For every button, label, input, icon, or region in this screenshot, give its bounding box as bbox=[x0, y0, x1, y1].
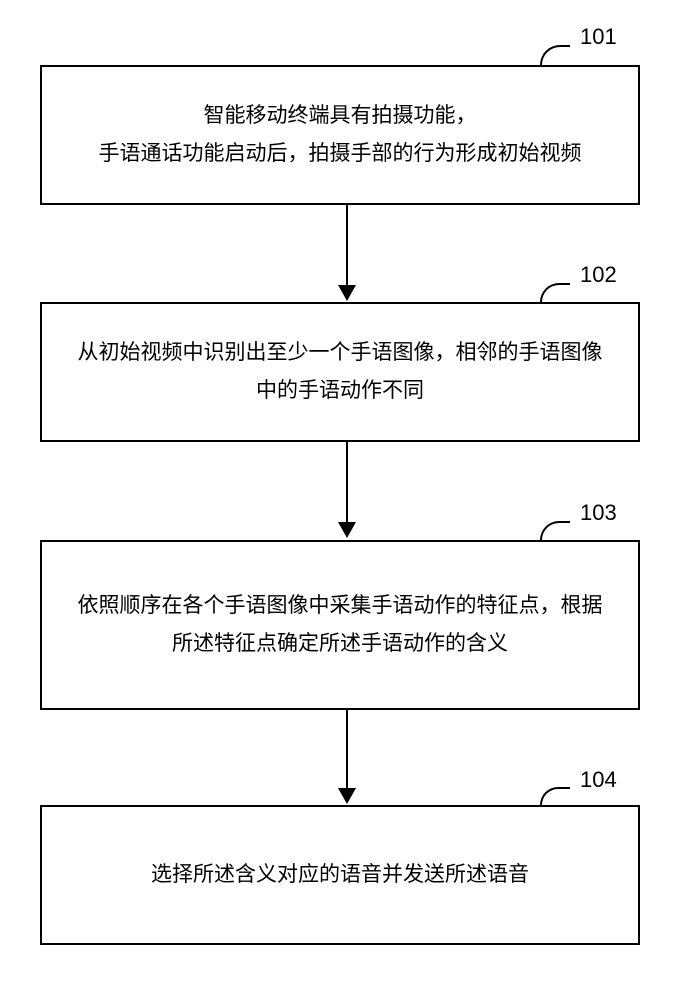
step-label-101: 101 bbox=[580, 24, 617, 50]
arrow-head-icon bbox=[338, 285, 356, 301]
label-connector bbox=[540, 787, 570, 805]
label-connector bbox=[540, 283, 570, 302]
step-text: 从初始视频中识别出至少一个手语图像，相邻的手语图像中的手语动作不同 bbox=[72, 334, 608, 410]
arrow-head-icon bbox=[338, 788, 356, 804]
arrow-head-icon bbox=[338, 522, 356, 538]
arrow-line bbox=[346, 442, 348, 522]
step-box-104: 选择所述含义对应的语音并发送所述语音 bbox=[40, 805, 640, 945]
label-connector bbox=[540, 45, 570, 65]
step-text: 依照顺序在各个手语图像中采集手语动作的特征点，根据所述特征点确定所述手语动作的含… bbox=[72, 587, 608, 663]
arrow-line bbox=[346, 710, 348, 788]
step-label-104: 104 bbox=[580, 767, 617, 793]
step-label-103: 103 bbox=[580, 500, 617, 526]
step-box-102: 从初始视频中识别出至少一个手语图像，相邻的手语图像中的手语动作不同 bbox=[40, 302, 640, 442]
step-box-103: 依照顺序在各个手语图像中采集手语动作的特征点，根据所述特征点确定所述手语动作的含… bbox=[40, 540, 640, 710]
label-connector bbox=[540, 521, 570, 540]
flowchart-container: 101 智能移动终端具有拍摄功能，手语通话功能启动后，拍摄手部的行为形成初始视频… bbox=[0, 0, 693, 1000]
step-box-101: 智能移动终端具有拍摄功能，手语通话功能启动后，拍摄手部的行为形成初始视频 bbox=[40, 65, 640, 205]
step-label-102: 102 bbox=[580, 262, 617, 288]
step-text: 智能移动终端具有拍摄功能，手语通话功能启动后，拍摄手部的行为形成初始视频 bbox=[99, 97, 582, 173]
step-text: 选择所述含义对应的语音并发送所述语音 bbox=[151, 856, 529, 894]
arrow-line bbox=[346, 205, 348, 285]
